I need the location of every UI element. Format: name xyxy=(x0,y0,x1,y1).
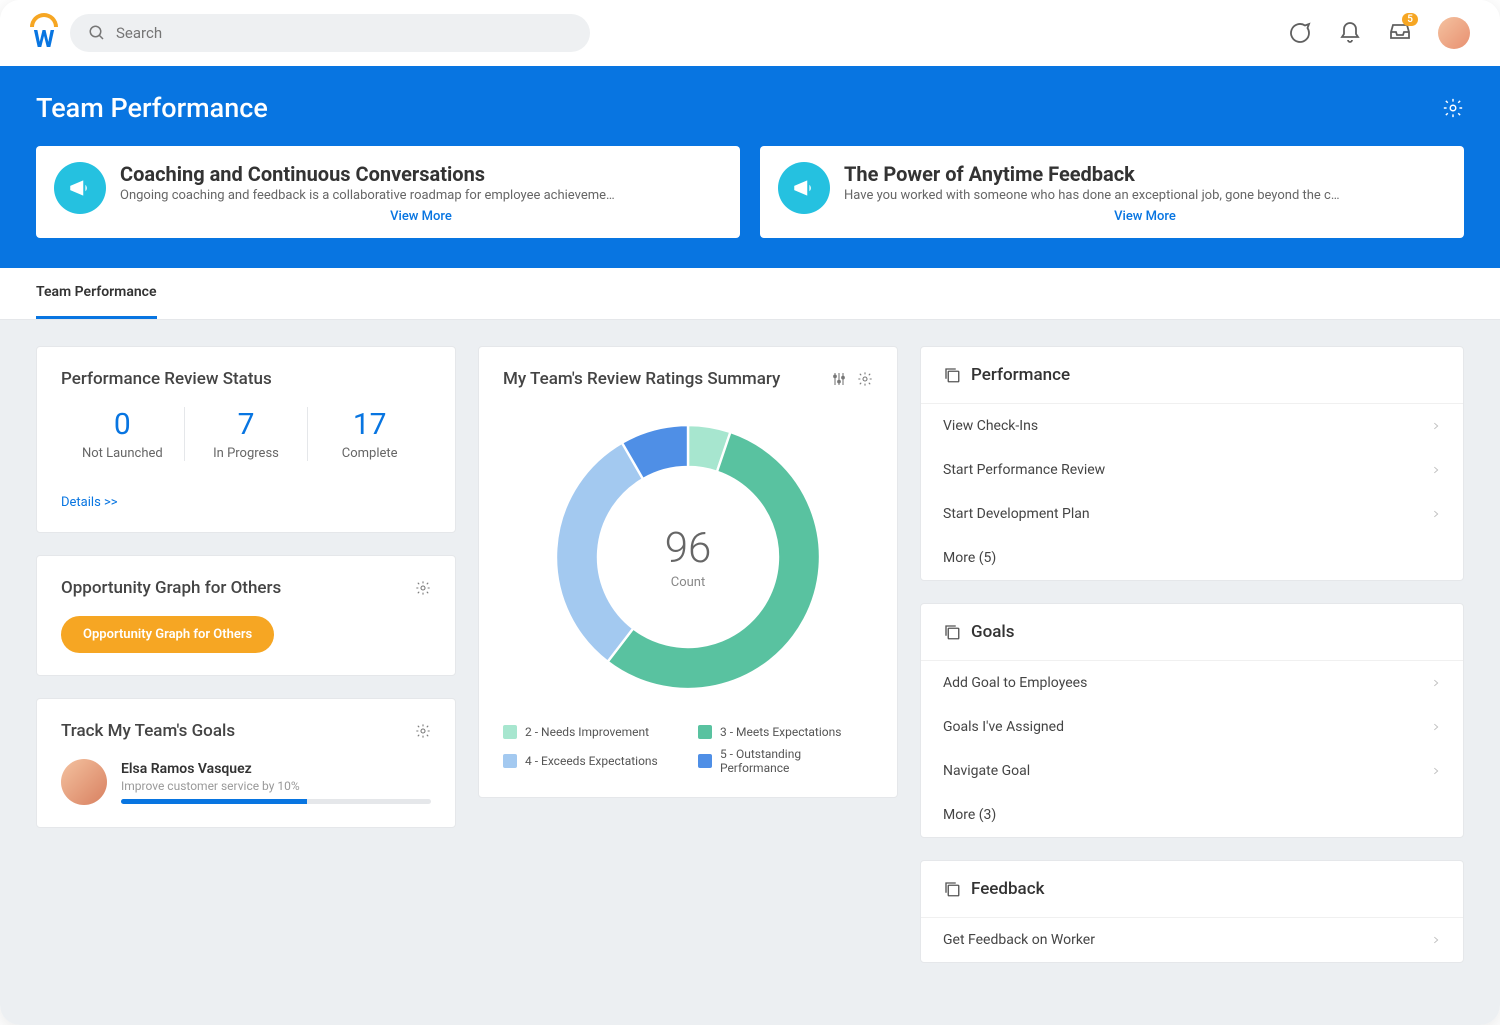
link-label: More (3) xyxy=(943,807,996,823)
gear-icon[interactable] xyxy=(415,723,431,739)
progress-bar xyxy=(121,799,431,804)
chevron-right-icon xyxy=(1431,678,1441,688)
search-input[interactable] xyxy=(116,24,572,42)
megaphone-icon xyxy=(54,162,106,214)
bell-icon[interactable] xyxy=(1338,21,1362,45)
link-label: Get Feedback on Worker xyxy=(943,932,1095,948)
tab-team-performance[interactable]: Team Performance xyxy=(36,268,157,319)
goal-description: Improve customer service by 10% xyxy=(121,779,431,793)
view-more-link[interactable]: View More xyxy=(390,209,452,224)
megaphone-icon xyxy=(778,162,830,214)
announcement-card: Coaching and Continuous Conversations On… xyxy=(36,146,740,238)
right-panel: Performance View Check-Ins Start Performan… xyxy=(920,346,1464,985)
person-avatar xyxy=(61,759,107,805)
chat-icon[interactable] xyxy=(1288,21,1312,45)
legend-swatch xyxy=(698,725,712,739)
chevron-right-icon xyxy=(1431,722,1441,732)
legend-label: 3 - Meets Expectations xyxy=(720,725,841,739)
link-row[interactable]: Goals I've Assigned xyxy=(921,705,1463,749)
card-title: Performance Review Status xyxy=(61,369,272,389)
windows-icon xyxy=(943,366,961,384)
gear-icon[interactable] xyxy=(1442,97,1464,119)
legend-item[interactable]: 5 - Outstanding Performance xyxy=(698,747,873,775)
link-label: Start Development Plan xyxy=(943,506,1090,522)
link-row[interactable]: More (3) xyxy=(921,793,1463,837)
donut-label: Count xyxy=(665,575,712,590)
card-title: Opportunity Graph for Others xyxy=(61,578,281,598)
goal-row[interactable]: Elsa Ramos Vasquez Improve customer serv… xyxy=(61,759,431,805)
stat-in-progress: 7In Progress xyxy=(185,407,309,461)
inbox-badge: 5 xyxy=(1402,13,1418,26)
sliders-icon[interactable] xyxy=(831,371,847,387)
link-row[interactable]: Navigate Goal xyxy=(921,749,1463,793)
stat-complete: 17Complete xyxy=(308,407,431,461)
hero-banner: Team Performance Coaching and Continuous… xyxy=(0,66,1500,268)
stat-not-launched: 0Not Launched xyxy=(61,407,185,461)
link-label: More (5) xyxy=(943,550,996,566)
link-row[interactable]: Get Feedback on Worker xyxy=(921,918,1463,962)
top-bar: W 5 xyxy=(0,0,1500,66)
link-row[interactable]: Start Development Plan xyxy=(921,492,1463,536)
link-label: Start Performance Review xyxy=(943,462,1105,478)
section-header: Goals xyxy=(921,604,1463,661)
link-label: Add Goal to Employees xyxy=(943,675,1087,691)
ratings-summary-card: My Team's Review Ratings Summary 96 Coun… xyxy=(478,346,898,798)
legend-swatch xyxy=(503,754,517,768)
opportunity-graph-card: Opportunity Graph for Others Opportunity… xyxy=(36,555,456,676)
link-row[interactable]: Add Goal to Employees xyxy=(921,661,1463,705)
link-row[interactable]: More (5) xyxy=(921,536,1463,580)
link-label: View Check-Ins xyxy=(943,418,1038,434)
opportunity-graph-button[interactable]: Opportunity Graph for Others xyxy=(61,616,274,653)
windows-icon xyxy=(943,623,961,641)
chart-legend: 2 - Needs Improvement 3 - Meets Expectati… xyxy=(503,725,873,775)
chevron-right-icon xyxy=(1431,421,1441,431)
card-title: Track My Team's Goals xyxy=(61,721,235,741)
page-title: Team Performance xyxy=(36,92,268,124)
link-label: Navigate Goal xyxy=(943,763,1030,779)
track-team-goals-card: Track My Team's Goals Elsa Ramos Vasquez… xyxy=(36,698,456,828)
section-performance: Performance View Check-Ins Start Performan… xyxy=(920,346,1464,581)
legend-label: 5 - Outstanding Performance xyxy=(720,747,873,775)
details-link[interactable]: Details >> xyxy=(61,495,118,510)
legend-swatch xyxy=(698,754,712,768)
legend-item[interactable]: 3 - Meets Expectations xyxy=(698,725,873,739)
announcement-desc: Have you worked with someone who has don… xyxy=(844,188,1344,203)
legend-swatch xyxy=(503,725,517,739)
card-title: My Team's Review Ratings Summary xyxy=(503,369,780,389)
donut-chart: 96 Count xyxy=(538,407,838,707)
legend-label: 4 - Exceeds Expectations xyxy=(525,754,658,768)
view-more-link[interactable]: View More xyxy=(1114,209,1176,224)
chevron-right-icon xyxy=(1431,465,1441,475)
windows-icon xyxy=(943,880,961,898)
chevron-right-icon xyxy=(1431,509,1441,519)
gear-icon[interactable] xyxy=(857,371,873,387)
legend-label: 2 - Needs Improvement xyxy=(525,725,649,739)
tab-bar: Team Performance xyxy=(0,268,1500,320)
legend-item[interactable]: 4 - Exceeds Expectations xyxy=(503,747,678,775)
legend-item[interactable]: 2 - Needs Improvement xyxy=(503,725,678,739)
section-goals: Goals Add Goal to Employees Goals I've Ass… xyxy=(920,603,1464,838)
search-box[interactable] xyxy=(70,14,590,52)
announcement-title: Coaching and Continuous Conversations xyxy=(120,162,485,186)
workday-logo[interactable]: W xyxy=(30,13,58,53)
donut-total: 96 xyxy=(665,524,712,573)
announcement-card: The Power of Anytime Feedback Have you w… xyxy=(760,146,1464,238)
inbox-icon[interactable]: 5 xyxy=(1388,19,1412,47)
performance-review-status-card: Performance Review Status 0Not Launched … xyxy=(36,346,456,533)
user-avatar[interactable] xyxy=(1438,17,1470,49)
link-row[interactable]: Start Performance Review xyxy=(921,448,1463,492)
announcement-desc: Ongoing coaching and feedback is a colla… xyxy=(120,188,620,203)
gear-icon[interactable] xyxy=(415,580,431,596)
person-name: Elsa Ramos Vasquez xyxy=(121,761,431,777)
chevron-right-icon xyxy=(1431,935,1441,945)
section-feedback: Feedback Get Feedback on Worker xyxy=(920,860,1464,963)
section-header: Feedback xyxy=(921,861,1463,918)
chevron-right-icon xyxy=(1431,766,1441,776)
link-row[interactable]: View Check-Ins xyxy=(921,404,1463,448)
section-header: Performance xyxy=(921,347,1463,404)
search-icon xyxy=(88,24,106,42)
link-label: Goals I've Assigned xyxy=(943,719,1064,735)
announcement-title: The Power of Anytime Feedback xyxy=(844,162,1135,186)
